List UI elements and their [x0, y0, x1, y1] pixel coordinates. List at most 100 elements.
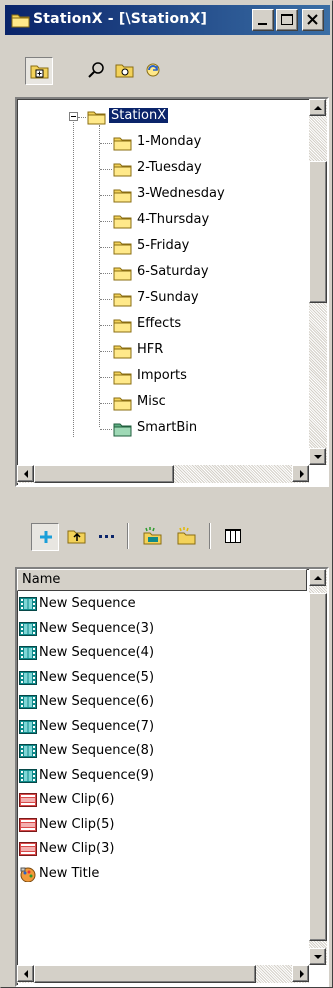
list-item-label: New Sequence(6): [39, 694, 155, 709]
tree-item-label: SmartBin: [137, 420, 198, 435]
tree-line: [100, 325, 112, 326]
list-item-label: New Clip(5): [39, 816, 115, 832]
new-sequence-folder-icon: [143, 527, 162, 545]
close-button[interactable]: [302, 9, 324, 31]
title-icon: [19, 866, 37, 882]
refresh-button[interactable]: [139, 57, 167, 85]
window-title: StationX - [\StationX]: [33, 11, 208, 27]
up-folder-icon: [67, 530, 86, 544]
up-folder-button[interactable]: [63, 523, 91, 551]
minimize-button[interactable]: [252, 9, 274, 31]
pane-splitter[interactable]: [13, 489, 331, 495]
scroll-down-button[interactable]: [309, 448, 326, 465]
list-item-label: New Sequence(9): [39, 767, 155, 783]
bin-item-list[interactable]: Name New Sequence New Sequence(3) New Sequ…: [15, 567, 329, 987]
folder-icon: [113, 213, 133, 229]
collapse-toggle[interactable]: [69, 112, 78, 121]
sequence-icon: [19, 596, 37, 612]
refresh-icon: [146, 63, 160, 77]
sequence-icon: [19, 670, 37, 686]
list-vertical-scrollbar[interactable]: [309, 569, 327, 965]
new-folder-button[interactable]: [173, 523, 201, 551]
arrow-down-icon: [314, 955, 322, 959]
list-toolbar: [15, 519, 331, 559]
tree-vertical-scrollbar[interactable]: [309, 99, 327, 465]
new-sequence-folder-button[interactable]: [139, 523, 167, 551]
folder-icon: [87, 109, 107, 125]
scroll-right-button[interactable]: [292, 465, 309, 482]
browse-folder-button[interactable]: [111, 57, 139, 85]
tree-line: [100, 195, 112, 196]
list-item-label: New Sequence(5): [39, 669, 155, 685]
scroll-up-button[interactable]: [309, 99, 326, 116]
folder-icon: [113, 135, 133, 151]
sequence-icon: [19, 743, 37, 759]
arrow-left-icon: [24, 970, 28, 978]
tree-item-label: StationX: [109, 108, 169, 123]
tree-item-label: 1-Monday: [137, 134, 202, 149]
tree-line: [100, 403, 112, 404]
sequence-icon: [19, 694, 37, 710]
scroll-thumb[interactable]: [309, 161, 327, 303]
title-bar[interactable]: StationX - [\StationX]: [5, 5, 330, 35]
tree-line: [100, 429, 112, 430]
tree-item-label: 6-Saturday: [137, 264, 209, 279]
explorer-window: StationX - [\StationX] StationX 1-Monday…: [0, 0, 333, 988]
tree-item-label: HFR: [137, 342, 164, 357]
folder-icon: [113, 291, 133, 307]
scroll-thumb[interactable]: [309, 593, 327, 941]
toolbar-separator: [209, 523, 211, 549]
list-item-label: New Sequence(3): [39, 620, 155, 636]
sequence-icon: [19, 645, 37, 661]
list-horizontal-scrollbar[interactable]: [17, 965, 309, 983]
tree-horizontal-scrollbar[interactable]: [17, 465, 309, 483]
tree-line: [100, 169, 112, 170]
scroll-right-button[interactable]: [292, 965, 309, 982]
tree-line: [78, 117, 86, 118]
folder-icon: [113, 187, 133, 203]
column-header-label: Name: [22, 572, 61, 587]
more-icon: [99, 535, 114, 538]
column-header-name[interactable]: Name: [17, 569, 307, 591]
arrow-up-icon: [314, 576, 322, 580]
find-icon: [88, 62, 104, 78]
list-item-label: New Title: [39, 865, 100, 881]
tree-line: [100, 143, 112, 144]
folder-tree[interactable]: StationX 1-Monday 2-Tuesday 3-Wednesday 4-T…: [15, 97, 329, 487]
tree-view-button[interactable]: [25, 57, 53, 85]
folder-icon: [113, 395, 133, 411]
scroll-thumb[interactable]: [34, 965, 256, 983]
tree-line: [100, 273, 112, 274]
folder-icon: [11, 12, 31, 28]
clip-icon: [19, 792, 37, 808]
scroll-thumb[interactable]: [34, 465, 174, 483]
list-item-label: New Clip(3): [39, 841, 115, 856]
arrow-right-icon: [300, 470, 304, 478]
scroll-left-button[interactable]: [17, 965, 34, 982]
more-button[interactable]: [93, 523, 121, 551]
tree-line: [100, 247, 112, 248]
scroll-left-button[interactable]: [17, 465, 34, 482]
tree-line: [100, 299, 112, 300]
arrow-up-icon: [314, 106, 322, 110]
folder-icon: [113, 265, 133, 281]
tree-line: [100, 377, 112, 378]
browse-folder-icon: [115, 64, 134, 78]
new-item-button[interactable]: [31, 523, 59, 551]
tree-view-icon: [30, 65, 49, 79]
tree-item-label: Imports: [137, 368, 187, 383]
find-button[interactable]: [83, 57, 111, 85]
sequence-icon: [19, 621, 37, 637]
maximize-button[interactable]: [276, 9, 298, 31]
tree-item-label: Effects: [137, 316, 182, 331]
list-item-label: New Clip(6): [39, 792, 115, 807]
folder-icon: [113, 343, 133, 359]
arrow-left-icon: [24, 470, 28, 478]
tree-item-label: 4-Thursday: [137, 212, 210, 227]
smartbin-icon: [113, 421, 133, 437]
columns-button[interactable]: [219, 523, 247, 551]
tree-item-label: Misc: [137, 394, 166, 409]
scroll-up-button[interactable]: [309, 569, 326, 586]
scroll-down-button[interactable]: [309, 948, 326, 965]
sequence-icon: [19, 768, 37, 784]
